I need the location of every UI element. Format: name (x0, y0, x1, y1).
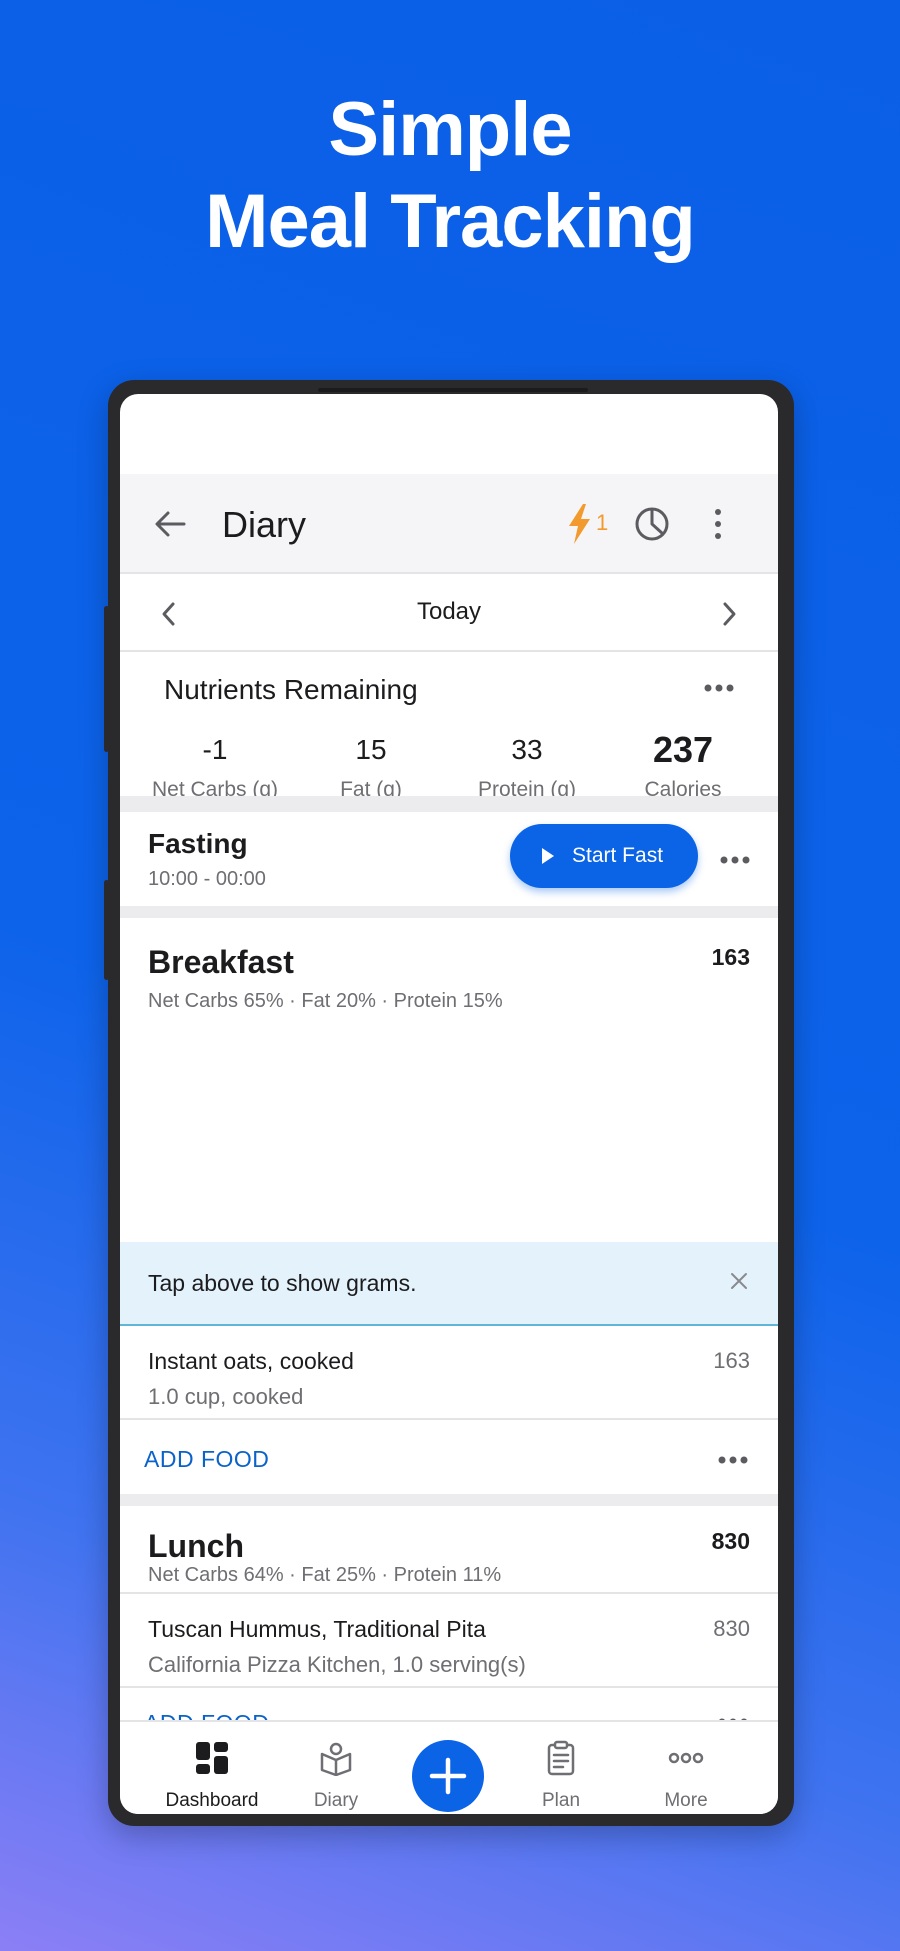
more-icon (668, 1752, 704, 1764)
nutrient-value: 15 (355, 734, 387, 765)
app-screen: Diary 1 Today Nutrients Remaining -1 Net… (120, 394, 778, 1814)
diary-icon (320, 1742, 352, 1776)
app-bar: Diary 1 (120, 474, 778, 574)
promo-line-1: Simple (328, 87, 572, 172)
tab-label: Plan (541, 1790, 581, 1811)
nutrient-value: -1 (202, 734, 228, 765)
power-button (104, 880, 109, 980)
food-item[interactable]: Instant oats, cooked 1.0 cup, cooked 163 (120, 1326, 778, 1420)
close-icon[interactable] (730, 1272, 748, 1290)
food-detail: 1.0 cup, cooked (148, 1384, 304, 1409)
tab-plan[interactable]: Plan (501, 1722, 621, 1814)
date-navigator: Today (120, 576, 778, 652)
nutrient-value: 237 (652, 729, 714, 770)
nutrient-calories: 237 Calories (608, 730, 758, 802)
meal-macros: Net Carbs 64% · Fat 25% · Protein 11% (148, 1564, 502, 1586)
food-item[interactable]: Tuscan Hummus, Traditional Pita Californ… (120, 1594, 778, 1688)
chevron-right-icon[interactable] (716, 600, 742, 628)
meal-name: Lunch (148, 1528, 244, 1564)
page-title: Diary (222, 504, 307, 545)
bottom-navigation: Dashboard Diary Plan More (120, 1720, 778, 1814)
nutrient-value: 33 (511, 734, 543, 765)
breakfast-header[interactable]: Breakfast 163 Net Carbs 65% · Fat 20% · … (120, 918, 778, 1042)
tab-label: Diary (313, 1790, 359, 1811)
streak-indicator[interactable]: 1 (564, 502, 624, 546)
meal-name: Breakfast (148, 944, 294, 980)
speaker-grille (318, 388, 588, 392)
more-horizontal-icon[interactable] (718, 850, 752, 870)
promo-line-2: Meal Tracking (205, 179, 696, 264)
nutrient-protein: 33 Protein (g) (452, 734, 602, 802)
plan-icon (547, 1740, 575, 1776)
more-horizontal-icon[interactable] (702, 678, 736, 698)
food-calories: 163 (713, 1348, 750, 1373)
food-name: Tuscan Hummus, Traditional Pita (148, 1616, 486, 1642)
fasting-title: Fasting (148, 828, 248, 859)
start-fast-button[interactable]: Start Fast (510, 824, 698, 888)
nutrients-heading: Nutrients Remaining (164, 674, 418, 705)
dashboard-icon (196, 1742, 228, 1774)
volume-button (104, 606, 109, 752)
add-button[interactable] (412, 1740, 484, 1812)
phone-frame: Diary 1 Today Nutrients Remaining -1 Net… (104, 380, 794, 1826)
tab-label: Dashboard (165, 1790, 259, 1811)
breakfast-add-row: ADD FOOD (120, 1422, 778, 1494)
play-icon (542, 848, 554, 864)
streak-count: 1 (596, 510, 609, 535)
lunch-header[interactable]: Lunch 830 Net Carbs 64% · Fat 25% · Prot… (120, 1506, 778, 1594)
food-calories: 830 (713, 1616, 750, 1641)
fasting-card: Fasting 10:00 - 00:00 Start Fast (120, 812, 778, 906)
add-food-button[interactable]: ADD FOOD (144, 1446, 269, 1473)
section-divider (120, 796, 778, 812)
nutrient-fat: 15 Fat (g) (296, 734, 446, 802)
meal-calories: 163 (711, 944, 750, 970)
more-horizontal-icon[interactable] (716, 1450, 750, 1470)
pie-chart-icon[interactable] (632, 504, 672, 544)
plus-icon (429, 1757, 467, 1795)
section-divider (120, 906, 778, 918)
grams-tip-banner: Tap above to show grams. (120, 1242, 778, 1326)
meal-calories: 830 (711, 1528, 750, 1554)
section-divider (120, 1494, 778, 1506)
promo-headline: Simple Meal Tracking (0, 84, 900, 268)
food-detail: California Pizza Kitchen, 1.0 serving(s) (148, 1652, 526, 1677)
fasting-schedule: 10:00 - 00:00 (148, 868, 266, 890)
tab-dashboard[interactable]: Dashboard (152, 1722, 272, 1814)
food-name: Instant oats, cooked (148, 1348, 354, 1374)
nutrient-net-carbs: -1 Net Carbs (g) (140, 734, 290, 802)
tab-more[interactable]: More (626, 1722, 746, 1814)
date-label[interactable]: Today (120, 598, 778, 626)
overflow-menu-icon[interactable] (710, 506, 726, 542)
lightning-icon (569, 504, 590, 544)
tip-text: Tap above to show grams. (148, 1270, 417, 1296)
tab-label: More (664, 1790, 708, 1811)
start-fast-label: Start Fast (572, 844, 664, 867)
nutrients-remaining-card[interactable]: Nutrients Remaining -1 Net Carbs (g) 15 … (120, 654, 778, 801)
meal-macros: Net Carbs 65% · Fat 20% · Protein 15% (148, 990, 503, 1012)
back-arrow-icon[interactable] (150, 504, 190, 544)
tab-diary[interactable]: Diary (276, 1722, 396, 1814)
